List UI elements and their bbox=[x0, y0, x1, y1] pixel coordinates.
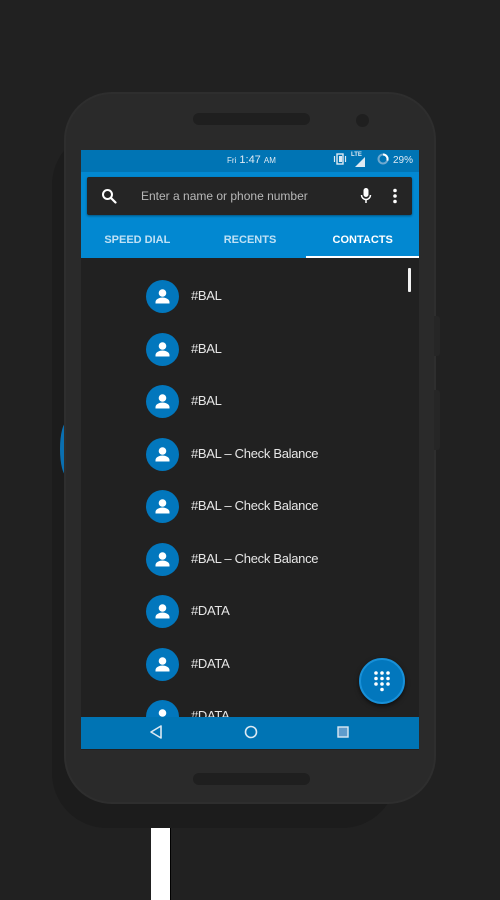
person-icon bbox=[155, 604, 170, 619]
person-icon bbox=[155, 656, 170, 671]
status-day: Fri bbox=[227, 156, 237, 165]
search-icon[interactable] bbox=[101, 188, 117, 209]
person-icon bbox=[155, 394, 170, 409]
person-icon bbox=[155, 341, 170, 356]
person-icon bbox=[155, 289, 170, 304]
contact-list-item[interactable]: #BAL – Check Balance bbox=[81, 428, 419, 480]
avatar bbox=[146, 490, 179, 523]
power-button bbox=[434, 390, 440, 450]
avatar bbox=[146, 280, 179, 313]
contact-list-item[interactable]: #BAL bbox=[81, 323, 419, 375]
front-camera bbox=[356, 114, 369, 127]
tab-contacts[interactable]: CONTACTS bbox=[306, 220, 419, 258]
contact-list-item[interactable]: #DATA bbox=[81, 585, 419, 637]
home-icon[interactable] bbox=[243, 724, 259, 745]
lte-signal-icon: LTE bbox=[351, 152, 367, 168]
person-icon bbox=[155, 551, 170, 566]
contact-list: #BAL #BAL #BAL #BAL – Check Balance #BAL – C… bbox=[81, 258, 419, 733]
contact-list-item[interactable]: #BAL bbox=[81, 270, 419, 322]
contact-list-item[interactable]: #BAL bbox=[81, 375, 419, 427]
contact-list-item[interactable]: #BAL – Check Balance bbox=[81, 480, 419, 532]
contact-name: #BAL bbox=[191, 393, 222, 408]
app-bar: SPEED DIAL RECENTS CONTACTS bbox=[81, 172, 419, 258]
search-input[interactable] bbox=[141, 187, 341, 205]
contact-name: #BAL bbox=[191, 288, 222, 303]
tab-recents[interactable]: RECENTS bbox=[194, 220, 307, 258]
tab-bar: SPEED DIAL RECENTS CONTACTS bbox=[81, 220, 419, 258]
navigation-bar bbox=[81, 717, 419, 749]
dialpad-icon bbox=[374, 671, 390, 692]
contact-name: #BAL bbox=[191, 340, 222, 356]
battery-percent: 29% bbox=[392, 155, 413, 166]
status-clock: Fri 1:47 AM bbox=[227, 154, 276, 166]
person-icon bbox=[155, 499, 170, 514]
avatar bbox=[146, 647, 179, 681]
phone-screen: Fri 1:47 AM LTE 29% Enter a name or phon… bbox=[81, 150, 419, 750]
contact-name: #BAL – Check Balance bbox=[191, 445, 319, 461]
battery-circle-icon bbox=[377, 153, 389, 168]
person-icon bbox=[155, 446, 170, 461]
mic-icon[interactable] bbox=[360, 187, 372, 210]
contact-name: #BAL – Check Balance bbox=[191, 498, 319, 513]
contact-name: #DATA bbox=[191, 655, 230, 671]
contact-list-item[interactable]: #BAL – Check Balance bbox=[81, 533, 419, 585]
status-bar: Fri 1:47 AM LTE 29% bbox=[81, 150, 419, 172]
avatar bbox=[146, 542, 179, 576]
avatar bbox=[146, 332, 179, 366]
more-vert-icon[interactable] bbox=[392, 188, 398, 209]
avatar bbox=[146, 595, 179, 628]
status-icons: LTE 29% bbox=[333, 152, 413, 168]
tab-speed-dial[interactable]: SPEED DIAL bbox=[81, 220, 194, 258]
search-bar[interactable] bbox=[87, 177, 412, 215]
status-ampm: AM bbox=[263, 156, 276, 165]
vibrate-icon bbox=[333, 153, 347, 168]
avatar bbox=[146, 437, 179, 471]
avatar bbox=[146, 385, 179, 418]
status-time: 1:47 bbox=[239, 154, 261, 166]
volume-button bbox=[434, 316, 440, 356]
back-icon[interactable] bbox=[149, 724, 163, 745]
bottom-speaker bbox=[193, 773, 310, 785]
scrollbar[interactable] bbox=[408, 268, 411, 292]
earpiece-speaker bbox=[193, 113, 310, 125]
dialpad-button[interactable] bbox=[359, 658, 405, 704]
contact-name: #DATA bbox=[191, 603, 230, 618]
recents-icon[interactable] bbox=[335, 724, 351, 745]
contact-name: #BAL – Check Balance bbox=[191, 550, 319, 566]
